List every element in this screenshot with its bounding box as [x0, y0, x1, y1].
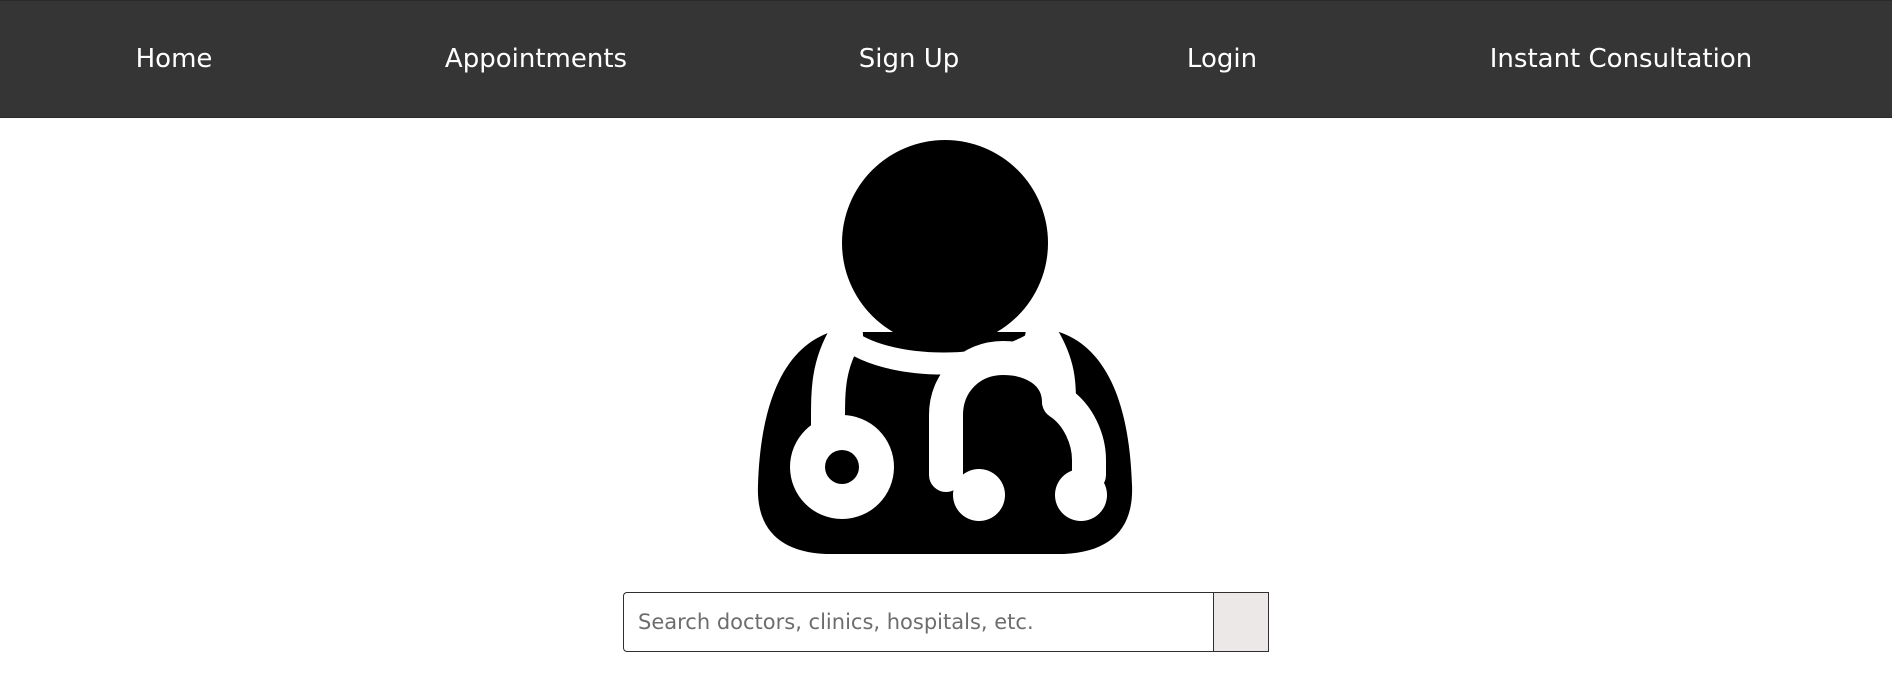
nav-appointments-link[interactable]: Appointments: [445, 1, 627, 117]
search-button[interactable]: [1213, 592, 1269, 652]
top-navbar: Home Appointments Sign Up Login Instant …: [0, 0, 1892, 118]
nav-login-link[interactable]: Login: [1187, 1, 1257, 117]
nav-signup-link[interactable]: Sign Up: [859, 1, 960, 117]
nav-home-link[interactable]: Home: [136, 1, 213, 117]
search-bar: [623, 592, 1269, 652]
nav-instant-consultation-link[interactable]: Instant Consultation: [1490, 1, 1752, 117]
search-input[interactable]: [623, 592, 1213, 652]
doctor-icon: [756, 140, 1134, 555]
